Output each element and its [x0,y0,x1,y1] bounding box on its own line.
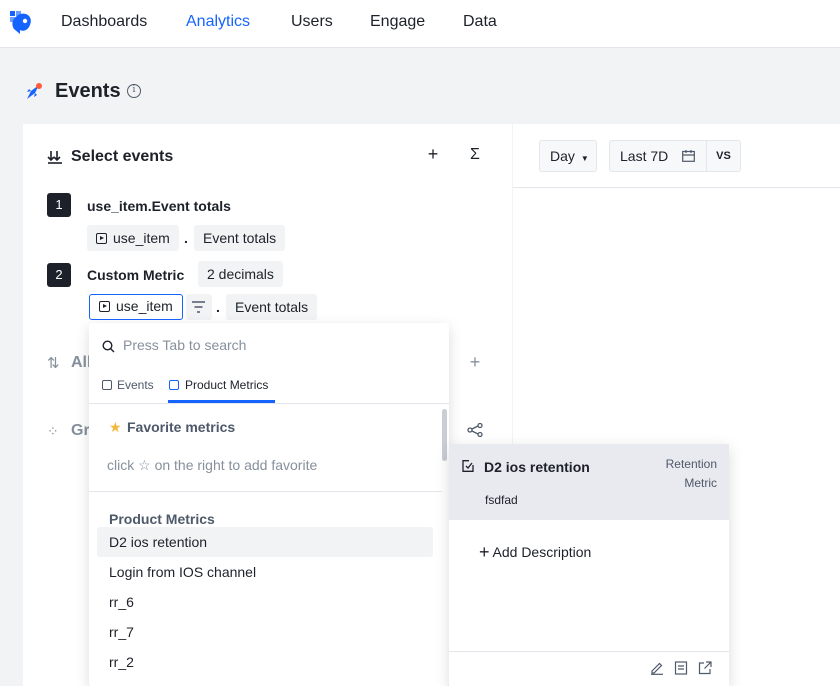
event-play-icon [99,301,110,312]
group-icon: ⁘ [47,423,59,439]
list-item[interactable]: Login from IOS channel [97,557,433,587]
favorites-hint: click ☆ on the right to add favorite [107,457,318,473]
share-icon[interactable] [467,423,483,437]
star-icon: ★ [109,419,122,435]
active-tab-indicator [168,400,275,403]
detail-title: D2 ios retention [484,459,590,475]
divider [89,491,442,492]
list-item[interactable]: rr_7 [97,617,433,647]
plus-icon[interactable]: + [467,352,483,373]
add-description-button[interactable]: + Add Description [479,541,591,562]
measure-chip[interactable]: Event totals [226,294,318,320]
document-icon[interactable] [674,661,688,675]
event-title: use_item.Event totals [87,198,231,214]
chart-toolbar: Day ▼ Last 7D VS [513,124,840,188]
list-item[interactable]: D2 ios retention [97,527,433,557]
compare-button[interactable]: VS [706,140,741,172]
metric-detail-popover: D2 ios retention Retention Metric fsdfad … [449,444,729,686]
rocket-icon [27,83,42,99]
nav-users[interactable]: Users [291,13,333,31]
select-events-icon [47,151,62,164]
event-index-badge: 2 [47,263,71,287]
separator-dot: . [184,230,188,246]
metric-icon [169,380,179,390]
event-selector-chip[interactable]: use_item [89,294,183,320]
nav-engage[interactable]: Engage [370,13,425,31]
metric-picker-dropdown: Events Product Metrics ★ Favorite metric… [89,323,449,686]
plus-icon[interactable]: + [425,144,441,165]
nav-data[interactable]: Data [463,13,497,31]
nav-analytics[interactable]: Analytics [186,13,250,31]
app-logo-icon[interactable] [6,8,34,36]
favorites-heading: Favorite metrics [127,419,236,435]
calendar-icon [682,150,695,162]
list-item[interactable]: rr_6 [97,587,433,617]
nav-dashboards[interactable]: Dashboards [61,13,147,31]
filter-button[interactable] [186,294,212,320]
star-outline-icon: ☆ [138,457,151,473]
list-item[interactable]: rr_2 [97,647,433,677]
event-play-icon [96,233,107,244]
granularity-select[interactable]: Day ▼ [539,140,597,172]
search-row [89,323,449,369]
picker-tabs: Events Product Metrics [89,373,449,404]
search-icon [102,340,115,353]
detail-description: fsdfad [485,493,518,507]
detail-footer [449,651,729,686]
info-icon[interactable]: i [127,84,141,98]
edit-icon[interactable] [650,661,664,675]
plus-icon: + [479,542,490,562]
top-nav-bar: Dashboards Analytics Users Engage Data [0,0,840,48]
chevron-down-icon: ▼ [580,154,589,163]
sigma-icon[interactable]: Σ [467,146,483,164]
event-index-badge: 1 [47,193,71,217]
event-title: Custom Metric [87,267,185,283]
filter-icon [192,301,205,313]
separator-dot: . [216,299,220,315]
page-title: Events [55,80,121,102]
tab-events[interactable]: Events [102,378,154,392]
detail-header: D2 ios retention Retention Metric fsdfad [449,444,729,520]
metric-list[interactable]: ★ Favorite metrics click ☆ on the right … [89,405,449,686]
group-heading: Product Metrics [109,511,215,527]
select-events-heading: Select events [71,148,174,165]
decimals-chip[interactable]: 2 decimals [198,261,283,287]
metric-export-icon [462,460,474,472]
event-selector-chip[interactable]: use_item [87,225,179,251]
scrollbar-thumb[interactable] [442,409,447,461]
sort-icon: ⇅ [47,355,60,372]
metric-search-input[interactable] [123,337,423,353]
measure-chip[interactable]: Event totals [194,225,286,251]
tab-product-metrics[interactable]: Product Metrics [169,378,268,392]
metric-type-label: Retention Metric [665,457,717,490]
date-range-picker[interactable]: Last 7D [609,140,707,172]
event-icon [102,380,112,390]
group-row-label: Gr [71,422,90,439]
open-external-icon[interactable] [698,661,712,675]
